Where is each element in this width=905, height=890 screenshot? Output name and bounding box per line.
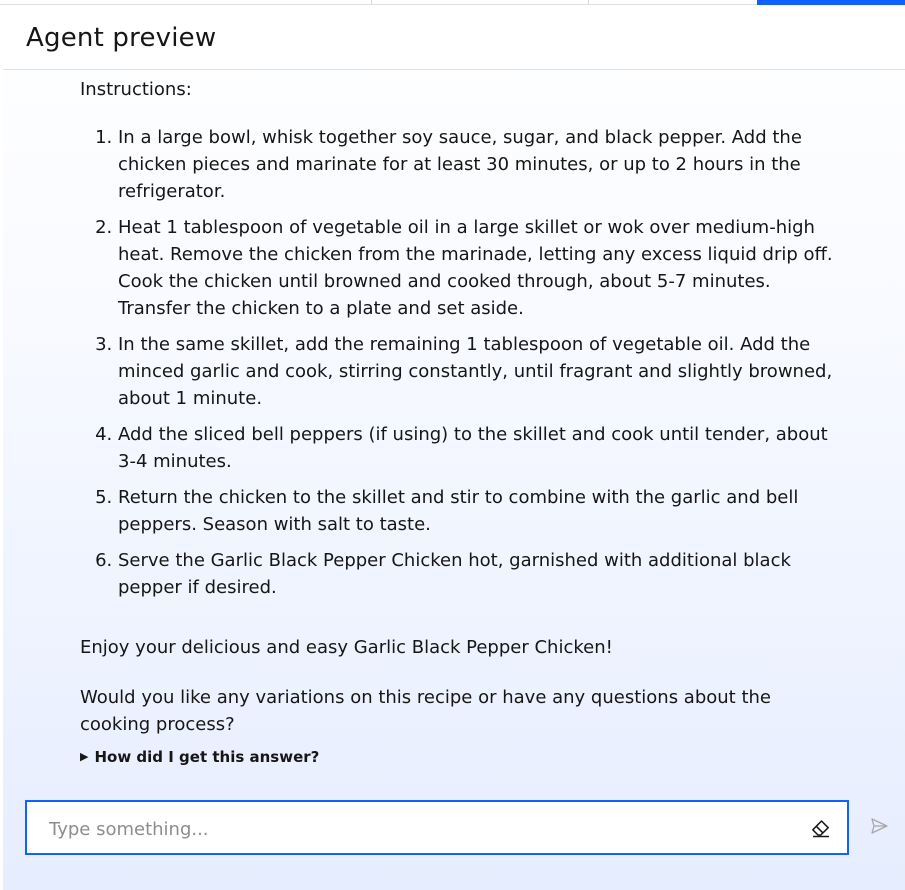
closing-text: Enjoy your delicious and easy Garlic Bla… [80, 637, 613, 658]
step-item: In a large bowl, whisk together soy sauc… [118, 124, 840, 205]
send-button[interactable] [853, 800, 905, 855]
message-input[interactable] [47, 815, 791, 843]
follow-up-question: Would you like any variations on this re… [80, 687, 771, 735]
how-did-i-get-this-answer-toggle[interactable]: ▶ How did I get this answer? [80, 747, 840, 767]
agent-preview-panel: Agent preview Instructions: In a large b… [3, 5, 905, 890]
step-item: In the same skillet, add the remaining 1… [118, 331, 840, 412]
instructions-heading: Instructions: [80, 79, 192, 100]
send-icon [869, 816, 889, 840]
explain-link-label: How did I get this answer? [94, 748, 320, 766]
eraser-icon[interactable] [809, 816, 833, 840]
step-item: Heat 1 tablespoon of vegetable oil in a … [118, 214, 840, 322]
caret-right-icon: ▶ [80, 750, 89, 763]
chat-message: Instructions: In a large bowl, whisk tog… [80, 75, 840, 767]
instruction-steps: In a large bowl, whisk together soy sauc… [80, 124, 840, 601]
panel-title: Agent preview [26, 23, 217, 53]
step-item: Return the chicken to the skillet and st… [118, 484, 840, 538]
step-item: Add the sliced bell peppers (if using) t… [118, 421, 840, 475]
step-item: Serve the Garlic Black Pepper Chicken ho… [118, 547, 840, 601]
message-input-box[interactable] [25, 800, 849, 855]
panel-header: Agent preview [3, 5, 905, 70]
